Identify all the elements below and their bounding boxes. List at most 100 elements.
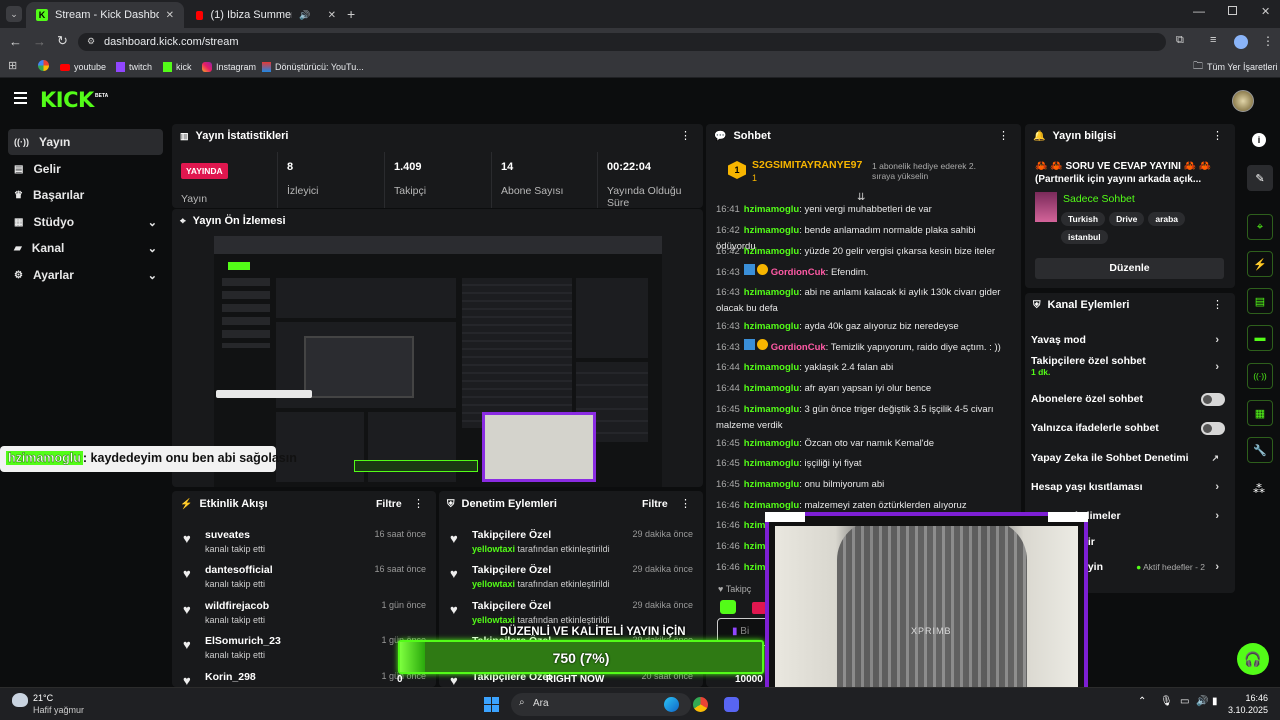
action-followers-only[interactable]: Takipçilere özel sohbet 1 dk. › [1031,355,1227,385]
google-icon[interactable] [38,60,49,71]
site-info-icon[interactable]: ⚙ [87,36,95,47]
tag[interactable]: Turkish [1061,212,1106,226]
apps-grid-icon[interactable]: ⊞ [8,59,17,72]
sidebar-item-basarilar[interactable]: ♛ Başarılar [8,182,163,208]
media-control-icon[interactable]: ≡ [1210,34,1216,46]
broadcast-icon[interactable]: ((·)) [1247,363,1273,389]
bookmark-instagram[interactable]: Instagram [202,60,256,74]
sidebar-item-ayarlar[interactable]: ⚙ Ayarlar ⌄ [8,262,163,288]
more-options-icon[interactable]: ⋮ [413,497,424,510]
more-options-icon[interactable]: ⋮ [998,129,1009,142]
stream-preview-video[interactable] [214,236,662,487]
toggle-switch[interactable] [1201,421,1225,435]
moderator-badge-icon [743,339,755,350]
windows-start-icon[interactable] [484,697,499,712]
chair-brand-text: XPRIMB [911,626,952,636]
new-tab-button[interactable]: + [347,6,355,22]
action-ai-moderation[interactable]: Yapay Zeka ile Sohbet Denetimi ↗ [1031,449,1227,467]
action-slow-mode[interactable]: Yavaş mod › [1031,331,1227,349]
more-options-icon[interactable]: ⋮ [680,129,691,142]
speaker-icon[interactable]: 🔊 [299,10,310,21]
weather-temp[interactable]: 21°C [33,693,53,703]
volume-icon[interactable]: 🔊 [1196,696,1208,707]
windows-taskbar: 21°C Hafif yağmur ⌕ Ara ⌃ 🎙 ▭ 🔊 ▮ 16:46 3… [0,687,1280,720]
battery-icon[interactable]: ▮ [1212,696,1218,707]
tab-youtube[interactable]: (1) Ibiza Summer Mix 2025 🔊 ✕ [186,2,346,28]
discord-icon[interactable] [724,697,739,712]
info-icon[interactable]: i [1252,133,1266,147]
stat-followers: 1.409 Takipçi [385,152,492,208]
weather-icon[interactable] [12,693,28,707]
more-options-icon[interactable]: ⋮ [1212,129,1223,142]
pinned-username[interactable]: S2GSIMITAYRANYE97 [752,159,862,171]
sidebar-item-yayin[interactable]: ((·)) Yayın [8,129,163,155]
chrome-icon[interactable] [693,697,708,712]
chat-bubble-icon[interactable]: ▬ [1247,325,1273,351]
events-list: ♥ suveates kanalı takip etti 16 saat önce ♥… [172,523,436,687]
pinned-gifter[interactable]: 1 S2GSIMITAYRANYE97 1 1 abonelik hediye … [706,152,1021,192]
close-icon[interactable]: ✕ [328,10,336,21]
edit-icon[interactable]: ✎ [1247,165,1273,191]
tag[interactable]: araba [1148,212,1186,226]
action-emote-only[interactable]: Yalnızca ifadelerle sohbet [1031,419,1227,437]
edge-icon[interactable] [664,697,679,712]
network-icon[interactable]: ▭ [1180,696,1189,707]
edit-button[interactable]: Düzenle [1035,258,1224,279]
gift-icon[interactable] [752,602,766,614]
sidebar-item-kanal[interactable]: ▰ Kanal ⌄ [8,235,163,261]
forward-arrow-icon[interactable]: → [33,34,46,49]
reload-icon[interactable]: ↻ [57,33,68,49]
moderation-filter-button[interactable]: Filtre [642,498,668,510]
target-icon[interactable]: ⌖ [1247,214,1273,240]
more-options-icon[interactable]: ⋮ [680,497,691,510]
action-account-age[interactable]: Hesap yaşı kısıtlaması › [1031,478,1227,496]
stats-icon: ▥ [180,130,189,141]
bookmark-twitch[interactable]: twitch [116,60,152,74]
user-avatar[interactable] [1232,90,1254,112]
events-filter-button[interactable]: Filtre [376,498,402,510]
emote-icon[interactable] [720,600,736,614]
chat-message: 16:41 hzimamoglu: yeni vergi muhabbetleri… [716,204,932,215]
toggle-switch[interactable] [1201,392,1225,406]
tag[interactable]: istanbul [1061,230,1108,244]
tab-search-icon[interactable]: ⌄ [6,6,22,22]
action-subscribers-only[interactable]: Abonelere özel sohbet [1031,390,1227,408]
sidebar-item-gelir[interactable]: ▤ Gelir [8,156,163,182]
share-icon[interactable]: ⁂ [1253,482,1265,496]
wrench-icon[interactable]: 🔧 [1247,437,1273,463]
kick-logo[interactable]: KICK [40,88,94,112]
shield-icon: ⛨ [1033,299,1041,311]
extensions-icon[interactable]: ⧉ [1176,34,1184,47]
layout-icon[interactable]: ▦ [1247,400,1273,426]
maximize-button[interactable] [1228,6,1237,15]
bookmark-kick[interactable]: kick [163,60,192,74]
profile-avatar[interactable] [1234,35,1248,49]
stat-uptime: 00:22:04 Yayında Olduğu Süre [607,161,682,208]
address-bar[interactable]: ⚙ dashboard.kick.com/stream [78,33,1166,51]
hamburger-menu-icon[interactable] [14,92,27,104]
tray-chevron-icon[interactable]: ⌃ [1138,696,1146,707]
menu-dots-icon[interactable]: ⋮ [1262,34,1274,48]
clock-time[interactable]: 16:46 [1238,693,1268,703]
minimize-button[interactable]: — [1193,4,1205,18]
lightning-icon[interactable]: ⚡ [1247,251,1273,277]
stream-title: 🦀 🦀 SORU VE CEVAP YAYINI 🦀 🦀 (Partnerlik… [1035,161,1212,185]
bookmark-converter[interactable]: Dönüştürücü: YouTu... [262,60,364,74]
all-bookmarks[interactable]: 🗀 Tüm Yer İşaretleri [1193,60,1278,74]
preview-stats [276,278,456,318]
support-headset-icon[interactable]: 🎧 [1237,643,1269,675]
close-window-button[interactable]: ✕ [1261,5,1270,18]
tab-kick-dashboard[interactable]: K Stream - Kick Dashboard ✕ [26,2,184,28]
bookmark-youtube[interactable]: youtube [60,60,106,74]
tag[interactable]: Drive [1109,212,1145,226]
microphone-icon[interactable]: 🎙 [1160,696,1173,707]
scroll-down-icon[interactable]: ⇊ [857,192,865,203]
sidebar-item-studyo[interactable]: ▦ Stüdyo ⌄ [8,209,163,235]
chevron-right-icon: › [1215,481,1219,493]
category-link[interactable]: Sadece Sohbet [1063,193,1135,205]
back-arrow-icon[interactable]: ← [9,34,22,49]
close-icon[interactable]: ✕ [166,10,174,21]
chat-icon: 💬 [714,130,727,142]
clipboard-icon[interactable]: ▤ [1247,288,1273,314]
more-options-icon[interactable]: ⋮ [1212,298,1223,311]
